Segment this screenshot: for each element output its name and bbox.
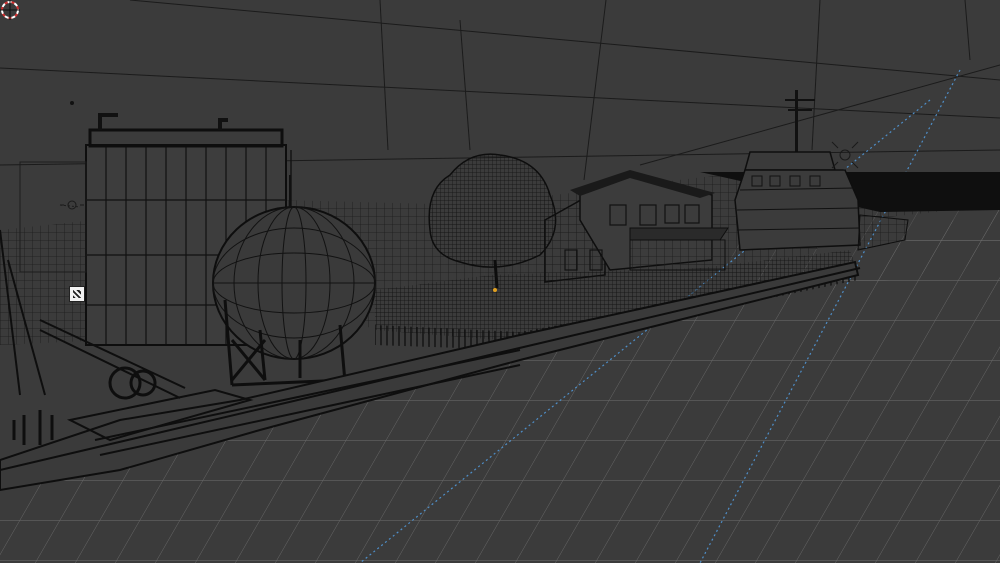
light-icon[interactable] (831, 141, 859, 169)
3d-viewport[interactable] (0, 0, 1000, 563)
light-icon[interactable] (60, 200, 84, 210)
origin-dot[interactable] (70, 101, 74, 105)
origin-dot[interactable] (493, 288, 497, 292)
3d-cursor-icon[interactable] (0, 0, 20, 20)
viewport-scene[interactable] (0, 0, 1000, 563)
tugboat[interactable] (734, 90, 909, 251)
image-empty-icon[interactable] (69, 286, 85, 302)
